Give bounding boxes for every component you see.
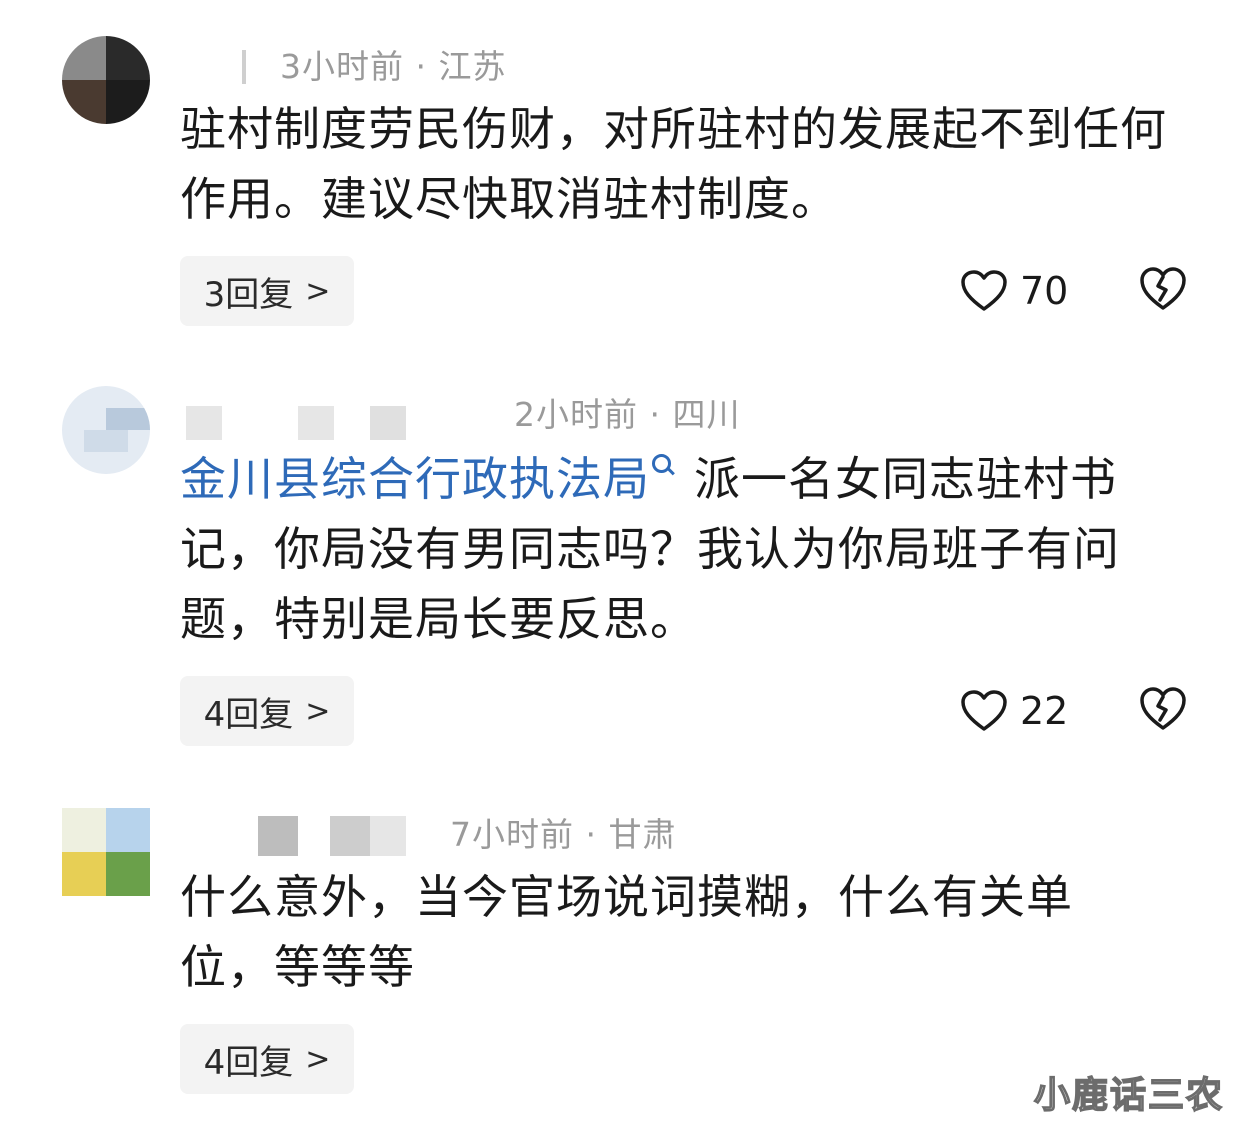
comment-header: 2小时前 · 四川: [180, 388, 800, 440]
view-replies-button[interactable]: 3回复 >: [180, 256, 354, 326]
like-button[interactable]: 70: [960, 266, 1068, 316]
broken-heart-icon[interactable]: [1138, 684, 1188, 734]
chevron-right-icon: >: [305, 1041, 331, 1077]
username-redacted: [330, 816, 370, 856]
username-redacted: [370, 816, 406, 856]
comment-time-location: 7小时前 · 甘肃: [450, 815, 677, 854]
comment-time-location: 3小时前 · 江苏: [280, 47, 507, 86]
view-replies-button[interactable]: 4回复 >: [180, 1024, 354, 1094]
chevron-right-icon: >: [305, 273, 331, 309]
username-redacted: [258, 816, 298, 856]
username-redacted: [186, 406, 222, 440]
like-button[interactable]: 22: [960, 686, 1068, 736]
chevron-right-icon: >: [305, 693, 331, 729]
comment-header: 7小时前 · 甘肃: [180, 808, 740, 858]
reply-count-label: 3回复: [203, 274, 294, 315]
like-count: 70: [1020, 269, 1069, 313]
avatar[interactable]: [62, 808, 150, 896]
comment-header: 3小时前 · 江苏: [180, 40, 680, 90]
comment-text: 驻村制度劳民伤财，对所驻村的发展起不到任何作用。建议尽快取消驻村制度。: [180, 102, 1167, 226]
comment-time-location: 2小时前 · 四川: [514, 395, 741, 434]
avatar[interactable]: [62, 386, 150, 474]
broken-heart-icon[interactable]: [1138, 264, 1188, 314]
username-redacted: [242, 50, 246, 84]
heart-outline-icon: [961, 270, 1007, 311]
search-icon[interactable]: [650, 444, 674, 484]
username-redacted: [370, 406, 406, 440]
view-replies-button[interactable]: 4回复 >: [180, 676, 354, 746]
reply-count-label: 4回复: [203, 694, 294, 735]
mention-link[interactable]: 金川县综合行政执法局: [180, 452, 650, 506]
reply-count-label: 4回复: [203, 1042, 294, 1083]
username-redacted: [298, 406, 334, 440]
watermark: 小鹿话三农: [1033, 1074, 1224, 1117]
avatar[interactable]: [62, 36, 150, 124]
comment-text: 什么意外，当今官场说词摸糊，什么有关单位，等等等: [180, 870, 1073, 994]
like-count: 22: [1020, 689, 1069, 733]
heart-outline-icon: [961, 690, 1007, 731]
comment-text: 金川县综合行政执法局 派一名女同志驻村书记，你局没有男同志吗？我认为你局班子有问题…: [180, 444, 1170, 654]
